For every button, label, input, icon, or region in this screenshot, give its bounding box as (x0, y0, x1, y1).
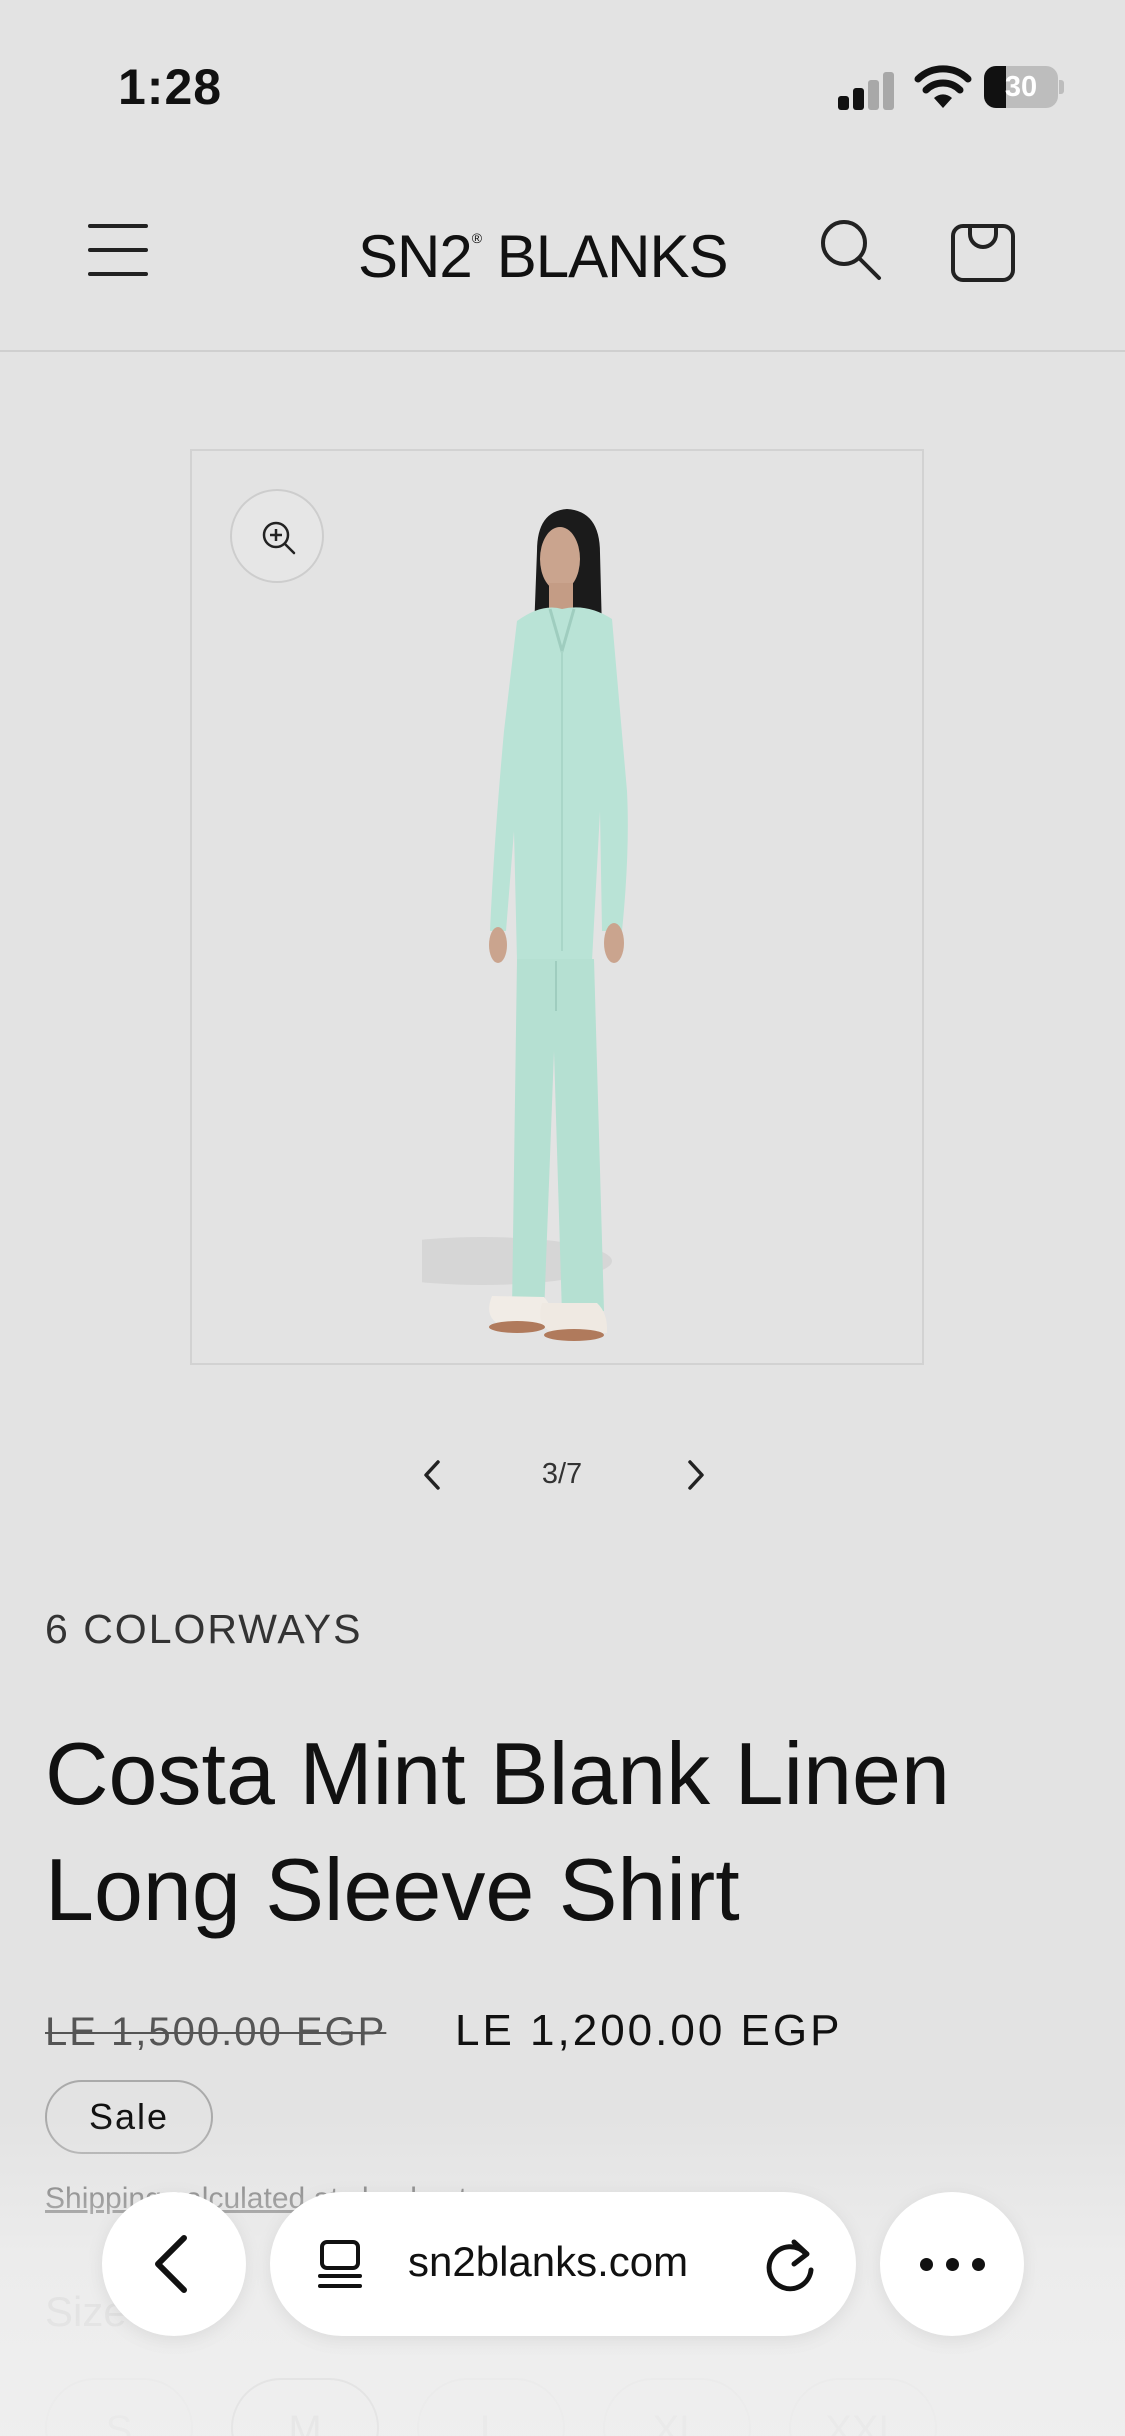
site-logo[interactable]: SN2® BLANKS (358, 222, 728, 291)
cellular-signal-icon (838, 70, 898, 110)
product-title: Costa Mint Blank Linen Long Sleeve Shirt (45, 1724, 950, 1939)
size-option-l[interactable]: L (417, 2378, 565, 2436)
size-option-m[interactable]: M (231, 2378, 379, 2436)
logo-text-2: BLANKS (496, 223, 729, 290)
zoom-in-icon[interactable] (230, 489, 324, 583)
chevron-right-icon[interactable] (672, 1450, 718, 1500)
site-header: SN2® BLANKS (0, 170, 1125, 352)
search-icon[interactable] (815, 214, 885, 284)
colorways-label[interactable]: 6 COLORWAYS (45, 1606, 362, 1653)
cart-icon[interactable] (948, 212, 1018, 284)
product-image[interactable] (190, 449, 924, 1365)
chevron-left-icon[interactable] (410, 1450, 456, 1500)
reload-icon[interactable] (760, 2234, 820, 2296)
logo-text: SN2 (358, 223, 473, 290)
sale-badge: Sale (45, 2080, 213, 2154)
status-time: 1:28 (118, 59, 223, 115)
wifi-icon (914, 65, 972, 108)
url-text: sn2blanks.com (408, 2238, 689, 2285)
battery-percent: 30 (1004, 71, 1038, 103)
size-option-s[interactable]: S (45, 2378, 193, 2436)
compare-at-price: LE 1,500.00 EGP (45, 2010, 387, 2054)
address-bar[interactable]: sn2blanks.com (270, 2192, 856, 2336)
battery-icon: 30 (984, 66, 1064, 108)
gallery-pager: 3/7 (0, 1450, 1125, 1500)
size-option-xl[interactable]: XL (603, 2378, 751, 2436)
gallery-counter: 3/7 (541, 1458, 583, 1490)
size-selector: S M L XL XXL (45, 2378, 1125, 2436)
model-wearing-pajama-set (422, 509, 628, 1341)
status-bar: 1:28 30 (0, 0, 1125, 170)
registered-mark: ® (471, 230, 482, 246)
tabs-icon[interactable] (316, 2238, 366, 2292)
sale-price: LE 1,200.00 EGP (455, 2006, 843, 2055)
more-icon[interactable] (880, 2192, 1024, 2336)
back-icon[interactable] (102, 2192, 246, 2336)
size-option-xxl[interactable]: XXL (789, 2378, 937, 2436)
menu-icon[interactable] (88, 220, 150, 280)
